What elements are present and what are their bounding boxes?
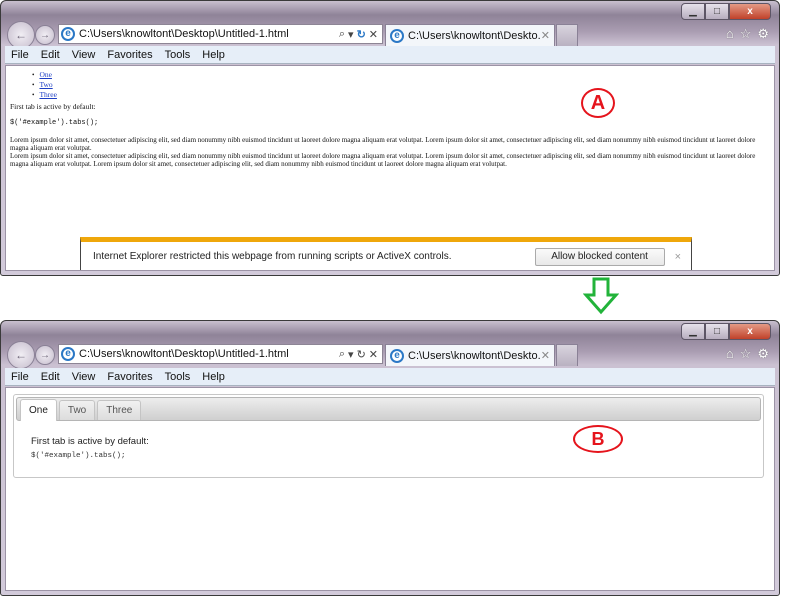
dropdown-icon[interactable]: ▾ — [348, 28, 354, 41]
forward-button[interactable]: → — [35, 25, 55, 45]
navigation-bar: ← → e C:\Users\knowltont\Desktop\Untitle… — [5, 21, 775, 49]
gear-icon[interactable]: ⚙ — [757, 26, 769, 42]
address-bar[interactable]: e C:\Users\knowltont\Desktop\Untitled-1.… — [58, 24, 383, 44]
menu-favorites[interactable]: Favorites — [107, 371, 152, 383]
refresh-icon[interactable]: ↻ — [357, 348, 366, 361]
tab-two[interactable]: Two — [58, 400, 96, 420]
annotation-marker-a: A — [581, 88, 615, 118]
allow-blocked-content-button[interactable]: Allow blocked content — [534, 247, 665, 266]
forward-arrow-icon: → — [40, 29, 50, 41]
home-icon[interactable]: ⌂ — [726, 346, 734, 362]
browser-tab[interactable]: e C:\Users\knowltont\Deskto... ✕ — [385, 344, 555, 366]
link-two[interactable]: Two — [39, 80, 52, 89]
browser-window-a: ▁ □ x ← → e C:\Users\knowltont\Desktop\U… — [0, 0, 780, 276]
menu-bar: File Edit View Favorites Tools Help — [5, 368, 775, 386]
menu-file[interactable]: File — [11, 371, 29, 383]
tab-title: C:\Users\knowltont\Deskto... — [408, 349, 541, 362]
first-tab-text: First tab is active by default: — [31, 436, 149, 447]
browser-window-b: ▁ □ x ← → e C:\Users\knowltont\Desktop\U… — [0, 320, 780, 596]
tabs-widget: One Two Three First tab is active by def… — [13, 394, 764, 478]
back-arrow-icon: ← — [15, 348, 27, 362]
info-bar-message: Internet Explorer restricted this webpag… — [93, 251, 452, 262]
page-content: One Two Three First tab is active by def… — [5, 387, 775, 591]
lorem-text: Lorem ipsum dolor sit amet, consectetuer… — [10, 136, 770, 168]
menu-tools[interactable]: Tools — [165, 49, 191, 61]
page-content: One Two Three First tab is active by def… — [5, 65, 775, 271]
tab-three[interactable]: Three — [97, 400, 142, 420]
menu-edit[interactable]: Edit — [41, 371, 60, 383]
code-snippet: $('#example').tabs(); — [31, 452, 126, 460]
menu-help[interactable]: Help — [202, 49, 225, 61]
close-window-button[interactable]: x — [729, 323, 771, 340]
address-text[interactable]: C:\Users\knowltont\Desktop\Untitled-1.ht… — [79, 348, 339, 360]
security-info-bar: Internet Explorer restricted this webpag… — [80, 237, 692, 270]
new-tab-button[interactable] — [556, 24, 578, 46]
gear-icon[interactable]: ⚙ — [757, 346, 769, 362]
down-arrow-icon — [583, 277, 619, 315]
forward-arrow-icon: → — [40, 349, 50, 361]
list-item: One — [32, 70, 57, 80]
menu-help[interactable]: Help — [202, 371, 225, 383]
menu-view[interactable]: View — [72, 49, 96, 61]
list-item: Three — [32, 90, 57, 100]
menu-tools[interactable]: Tools — [165, 371, 191, 383]
navigation-bar: ← → e C:\Users\knowltont\Desktop\Untitle… — [5, 341, 775, 369]
window-controls: ▁ □ x — [681, 323, 771, 340]
link-one[interactable]: One — [39, 70, 52, 79]
close-tab-icon[interactable]: ✕ — [541, 349, 550, 362]
window-controls: ▁ □ x — [681, 3, 771, 20]
stop-icon[interactable]: ✕ — [369, 28, 378, 41]
ie-tab-icon: e — [390, 348, 404, 363]
first-tab-text: First tab is active by default: — [10, 102, 96, 111]
tab-title: C:\Users\knowltont\Deskto... — [408, 29, 541, 42]
home-icon[interactable]: ⌂ — [726, 26, 734, 42]
link-three[interactable]: Three — [39, 90, 57, 99]
favorites-star-icon[interactable]: ☆ — [740, 26, 752, 42]
search-icon[interactable]: ⌕ — [339, 348, 345, 361]
list-item: Two — [32, 80, 57, 90]
lorem-paragraph: Lorem ipsum dolor sit amet, consectetuer… — [10, 152, 756, 168]
close-info-bar-icon[interactable]: × — [675, 251, 681, 263]
tabs-header: One Two Three — [16, 397, 761, 421]
new-tab-button[interactable] — [556, 344, 578, 366]
dropdown-icon[interactable]: ▾ — [348, 348, 354, 361]
menu-file[interactable]: File — [11, 49, 29, 61]
favorites-star-icon[interactable]: ☆ — [740, 346, 752, 362]
forward-button[interactable]: → — [35, 345, 55, 365]
menu-bar: File Edit View Favorites Tools Help — [5, 46, 775, 64]
lorem-paragraph: Lorem ipsum dolor sit amet, consectetuer… — [10, 136, 756, 152]
back-arrow-icon: ← — [15, 28, 27, 42]
menu-edit[interactable]: Edit — [41, 49, 60, 61]
minimize-button[interactable]: ▁ — [681, 323, 705, 340]
code-snippet: $('#example').tabs(); — [10, 119, 99, 127]
back-button[interactable]: ← — [7, 21, 35, 49]
maximize-button[interactable]: □ — [705, 3, 729, 20]
address-text[interactable]: C:\Users\knowltont\Desktop\Untitled-1.ht… — [79, 28, 339, 40]
close-tab-icon[interactable]: ✕ — [541, 29, 550, 42]
close-window-button[interactable]: x — [729, 3, 771, 20]
menu-favorites[interactable]: Favorites — [107, 49, 152, 61]
stop-icon[interactable]: ✕ — [369, 348, 378, 361]
back-button[interactable]: ← — [7, 341, 35, 369]
browser-tab[interactable]: e C:\Users\knowltont\Deskto... ✕ — [385, 24, 555, 46]
annotation-marker-b: B — [573, 425, 623, 453]
tab-link-list: One Two Three — [32, 70, 57, 100]
maximize-button[interactable]: □ — [705, 323, 729, 340]
ie-tab-icon: e — [390, 28, 404, 43]
address-bar[interactable]: e C:\Users\knowltont\Desktop\Untitled-1.… — [58, 344, 383, 364]
refresh-icon[interactable]: ↻ — [357, 28, 366, 41]
tab-one[interactable]: One — [20, 399, 57, 421]
ie-page-icon: e — [61, 27, 75, 41]
search-icon[interactable]: ⌕ — [339, 28, 345, 41]
ie-page-icon: e — [61, 347, 75, 361]
minimize-button[interactable]: ▁ — [681, 3, 705, 20]
menu-view[interactable]: View — [72, 371, 96, 383]
